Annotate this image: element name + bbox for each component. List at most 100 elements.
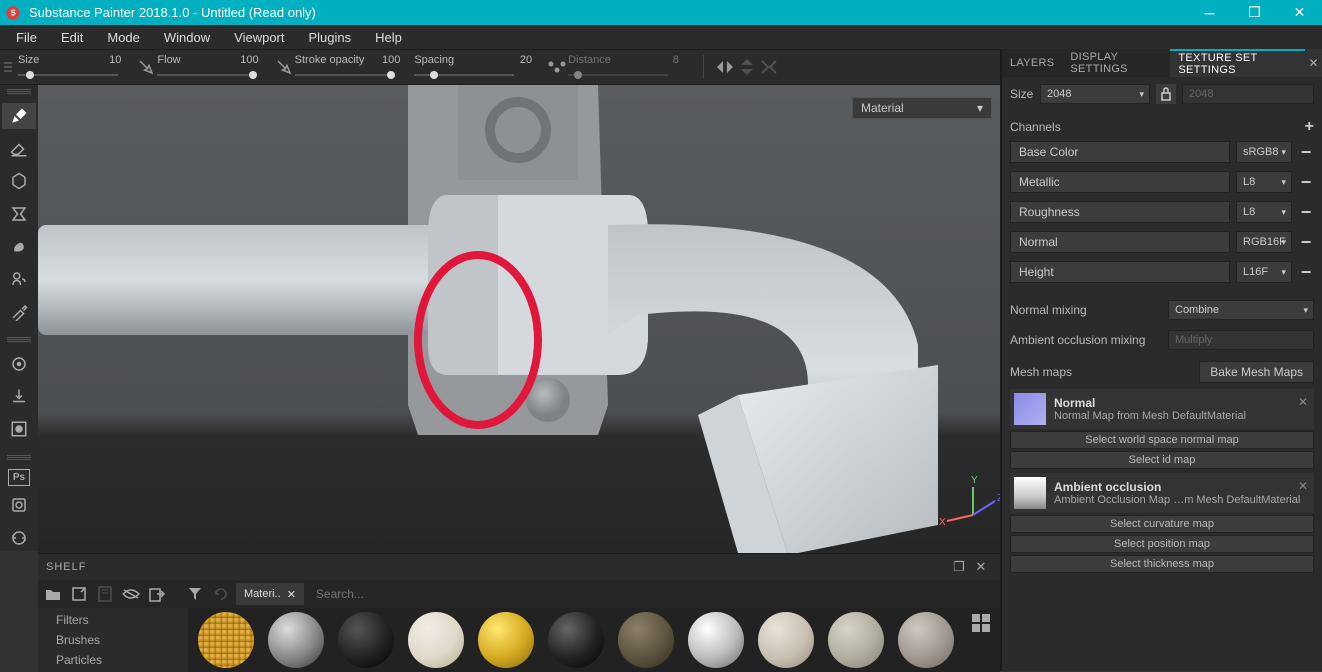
shelf-close-icon[interactable]: ✕ [970, 557, 992, 577]
folder-icon[interactable] [42, 583, 64, 605]
menu-mode[interactable]: Mode [95, 25, 152, 49]
material-thumbnail[interactable] [408, 612, 464, 668]
refresh-filter-icon[interactable] [210, 583, 232, 605]
stroke-opacity-slider[interactable] [295, 69, 395, 81]
remove-map-icon[interactable]: ✕ [1298, 395, 1308, 409]
visibility-icon[interactable] [120, 583, 142, 605]
resources-updater-icon[interactable] [2, 492, 36, 519]
remove-channel-icon[interactable]: − [1298, 232, 1314, 253]
material-thumbnail[interactable] [758, 612, 814, 668]
menu-plugins[interactable]: Plugins [296, 25, 363, 49]
material-thumbnail[interactable] [198, 612, 254, 668]
settings-sync-icon[interactable] [2, 524, 36, 551]
stroke-icon[interactable] [273, 56, 295, 78]
material-picker-tool[interactable] [2, 299, 36, 326]
polygon-fill-tool[interactable] [2, 201, 36, 228]
menu-viewport[interactable]: Viewport [222, 25, 296, 49]
shelf-category-filters[interactable]: Filters [56, 610, 188, 630]
flow-slider[interactable] [157, 69, 257, 81]
brush-direction-icon[interactable] [135, 56, 157, 78]
select-id-map[interactable]: Select id map [1010, 451, 1314, 469]
channel-roughness-fmt[interactable]: L8 [1236, 201, 1292, 223]
paint-tool[interactable] [2, 103, 36, 130]
select-thickness-map[interactable]: Select thickness map [1010, 555, 1314, 573]
tab-close-icon[interactable]: ✕ [1305, 49, 1322, 77]
remove-channel-icon[interactable]: − [1298, 262, 1314, 283]
mirror-settings-icon[interactable] [758, 56, 780, 78]
texset-size-select[interactable]: 2048 [1040, 84, 1150, 104]
save-icon[interactable] [94, 583, 116, 605]
size-slider[interactable] [18, 69, 118, 81]
material-thumbnail[interactable] [898, 612, 954, 668]
lock-aspect-icon[interactable] [1156, 84, 1176, 104]
filter-icon[interactable] [184, 583, 206, 605]
material-thumbnail[interactable] [688, 612, 744, 668]
clone-tool[interactable] [2, 266, 36, 293]
normal-mixing-select[interactable]: Combine [1168, 300, 1314, 320]
smudge-tool[interactable] [2, 233, 36, 260]
spacing-slider[interactable] [414, 69, 514, 81]
material-thumbnail[interactable] [548, 612, 604, 668]
export-icon[interactable] [146, 583, 168, 605]
drag-handle-icon[interactable] [7, 455, 31, 461]
shelf-category-brushes[interactable]: Brushes [56, 630, 188, 650]
mirror-x-icon[interactable] [714, 56, 736, 78]
projection-tool[interactable] [2, 168, 36, 195]
quick-mask-tool[interactable] [2, 416, 36, 443]
shelf-category-particles[interactable]: Particles [56, 650, 188, 670]
ao-map-thumbnail[interactable] [1014, 477, 1046, 509]
eraser-tool[interactable] [2, 135, 36, 162]
remove-channel-icon[interactable]: − [1298, 202, 1314, 223]
channel-metallic-fmt[interactable]: L8 [1236, 171, 1292, 193]
normal-map-thumbnail[interactable] [1014, 393, 1046, 425]
channel-basecolor[interactable]: Base Color [1010, 141, 1230, 163]
shelf-undock-icon[interactable]: ❐ [948, 557, 970, 577]
remove-map-icon[interactable]: ✕ [1298, 479, 1308, 493]
viewport-shading-dropdown[interactable]: Material [852, 97, 992, 119]
menu-window[interactable]: Window [152, 25, 222, 49]
close-tab-icon[interactable]: ✕ [287, 588, 296, 601]
spacing-dots-icon[interactable] [546, 56, 568, 78]
channel-height-fmt[interactable]: L16F [1236, 261, 1292, 283]
channel-height[interactable]: Height [1010, 261, 1230, 283]
3d-viewport[interactable]: Y Z X Material [38, 85, 1000, 553]
material-thumbnail[interactable] [268, 612, 324, 668]
remove-channel-icon[interactable]: − [1298, 142, 1314, 163]
tab-display-settings[interactable]: DISPLAY SETTINGS [1062, 49, 1170, 77]
tab-layers[interactable]: LAYERS [1002, 49, 1062, 77]
material-thumbnail[interactable] [828, 612, 884, 668]
shelf-tab-materials[interactable]: Materi..✕ [236, 583, 304, 605]
bake-mesh-maps-button[interactable]: Bake Mesh Maps [1199, 361, 1314, 383]
channel-metallic[interactable]: Metallic [1010, 171, 1230, 193]
minimize-button[interactable]: ─ [1187, 0, 1232, 25]
shelf-search-input[interactable] [308, 583, 996, 605]
close-button[interactable]: ✕ [1277, 0, 1322, 25]
drag-handle-icon[interactable] [7, 89, 31, 95]
tab-texture-set-settings[interactable]: TEXTURE SET SETTINGS [1170, 49, 1305, 77]
material-thumbnail[interactable] [338, 612, 394, 668]
bake-icon[interactable] [2, 384, 36, 411]
mirror-y-icon[interactable] [736, 56, 758, 78]
grid-view-icon[interactable] [972, 614, 990, 632]
drag-handle-icon[interactable] [7, 337, 31, 343]
channel-roughness[interactable]: Roughness [1010, 201, 1230, 223]
add-channel-icon[interactable]: + [1305, 118, 1314, 136]
channel-basecolor-fmt[interactable]: sRGB8 [1236, 141, 1292, 163]
drag-handle-icon[interactable] [4, 57, 12, 77]
material-thumbnail[interactable] [618, 612, 674, 668]
titlebar: S Substance Painter 2018.1.0 - Untitled … [0, 0, 1322, 25]
menu-help[interactable]: Help [363, 25, 414, 49]
select-curvature-map[interactable]: Select curvature map [1010, 515, 1314, 533]
channel-normal[interactable]: Normal [1010, 231, 1230, 253]
menu-file[interactable]: File [4, 25, 49, 49]
material-thumbnail[interactable] [478, 612, 534, 668]
import-icon[interactable] [68, 583, 90, 605]
maximize-button[interactable]: ❐ [1232, 0, 1277, 25]
photoshop-export-icon[interactable]: Ps [8, 469, 30, 486]
geometry-decal-tool[interactable] [2, 351, 36, 378]
remove-channel-icon[interactable]: − [1298, 172, 1314, 193]
channel-normal-fmt[interactable]: RGB16F [1236, 231, 1292, 253]
select-world-normal-map[interactable]: Select world space normal map [1010, 431, 1314, 449]
menu-edit[interactable]: Edit [49, 25, 95, 49]
select-position-map[interactable]: Select position map [1010, 535, 1314, 553]
